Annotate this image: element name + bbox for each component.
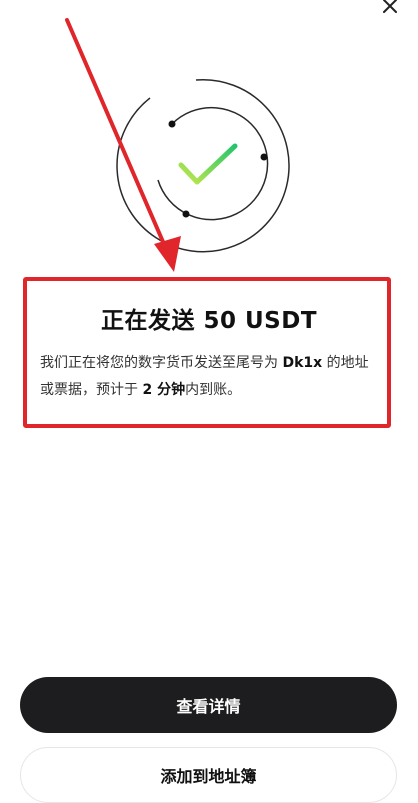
orbit-rings bbox=[116, 78, 290, 253]
checkmark-icon bbox=[178, 143, 238, 185]
description-text: 我们正在将您的数字货币发送至尾号为 bbox=[40, 355, 283, 371]
status-title: 正在发送 50 USDT bbox=[100, 308, 318, 334]
outer-orbit-ring bbox=[116, 78, 290, 253]
description-text: 内到账。 bbox=[185, 382, 242, 398]
eta-value: 2 分钟 bbox=[142, 382, 186, 398]
status-description: 我们正在将您的数字货币发送至尾号为 Dk1x 的地址或票据，预计于 2 分钟内到… bbox=[40, 350, 380, 404]
sending-illustration bbox=[65, 18, 290, 272]
add-to-address-book-button[interactable]: 添加到地址簿 bbox=[20, 747, 397, 803]
address-suffix: Dk1x bbox=[282, 355, 323, 371]
orbit-dot bbox=[260, 153, 268, 161]
view-details-label: 查看详情 bbox=[176, 697, 241, 716]
orbit-dot bbox=[182, 210, 190, 218]
orbit-dot bbox=[168, 120, 176, 128]
view-details-button[interactable]: 查看详情 bbox=[20, 677, 397, 733]
red-arrow bbox=[65, 18, 181, 272]
add-to-address-book-label: 添加到地址簿 bbox=[160, 767, 257, 786]
